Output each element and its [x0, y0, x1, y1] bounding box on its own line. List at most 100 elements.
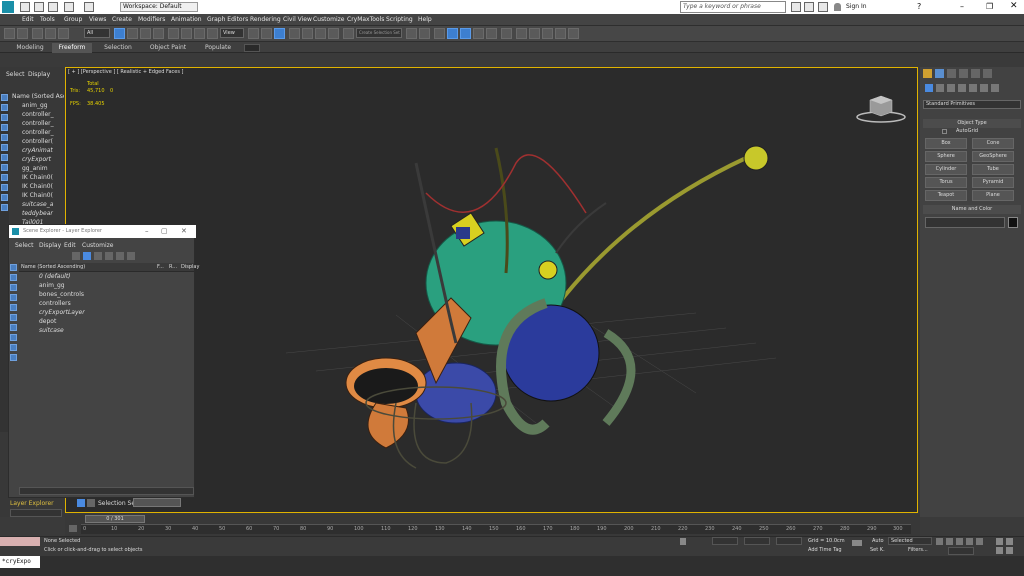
- redo-icon[interactable]: [84, 2, 94, 12]
- select-by-name-icon[interactable]: [127, 28, 138, 39]
- tube-button[interactable]: Tube: [972, 164, 1014, 175]
- explorer-scrollbar[interactable]: [10, 509, 62, 517]
- shapes-category-icon[interactable]: [936, 84, 944, 92]
- track-bar[interactable]: 0 10 20 30 40 50 60 70 80 90 100 110 120…: [81, 524, 911, 534]
- scene-filter-groups-icon[interactable]: [10, 324, 17, 331]
- render-activeshade-icon[interactable]: [568, 28, 579, 39]
- object-name-input[interactable]: [925, 217, 1005, 228]
- ribbon-toggle-icon[interactable]: [460, 28, 471, 39]
- scene-menu-customize[interactable]: Customize: [82, 242, 114, 249]
- list-item[interactable]: teddybear: [22, 210, 53, 217]
- timeline-toggle-icon[interactable]: [69, 525, 77, 532]
- workspace-dropdown[interactable]: Workspace: Default: [120, 2, 198, 12]
- search-icon[interactable]: [72, 252, 80, 260]
- toggle-scene-explorer-icon[interactable]: [434, 28, 445, 39]
- table-row[interactable]: controllers: [19, 299, 196, 308]
- maximize-viewport-icon[interactable]: [1006, 547, 1013, 554]
- menu-help[interactable]: Help: [418, 16, 432, 23]
- spinner-snap-icon[interactable]: [328, 28, 339, 39]
- filter-hidden-icon[interactable]: [1, 204, 8, 211]
- menu-views[interactable]: Views: [89, 16, 106, 23]
- scene-filter-spacewarps-icon[interactable]: [10, 314, 17, 321]
- menu-scripting[interactable]: Scripting: [386, 16, 413, 23]
- material-editor-icon[interactable]: [501, 28, 512, 39]
- list-item[interactable]: gg_anim: [22, 165, 48, 172]
- menu-customize[interactable]: Customize: [313, 16, 345, 23]
- col-name-header[interactable]: Name (Sorted Ascending): [21, 264, 85, 270]
- percent-snap-icon[interactable]: [315, 28, 326, 39]
- cylinder-button[interactable]: Cylinder: [925, 164, 967, 175]
- scene-close-button[interactable]: ✕: [181, 227, 187, 235]
- scene-filter-xrefs-icon[interactable]: [10, 334, 17, 341]
- new-file-icon[interactable]: [20, 2, 30, 12]
- minimize-button[interactable]: –: [960, 2, 964, 11]
- filter-lights-icon[interactable]: [1, 114, 8, 121]
- tab-populate[interactable]: Populate: [198, 43, 238, 53]
- lock-selection-icon[interactable]: [680, 538, 686, 545]
- list-item[interactable]: controller_: [22, 120, 54, 127]
- table-row[interactable]: suitcase: [19, 326, 196, 335]
- edit-named-selection-icon[interactable]: [343, 28, 354, 39]
- render-production-icon[interactable]: [542, 28, 553, 39]
- star-icon[interactable]: [818, 2, 828, 12]
- menu-rendering[interactable]: Rendering: [250, 16, 281, 23]
- maxscript-input[interactable]: *cryExpo: [0, 556, 40, 568]
- undo-icon[interactable]: [64, 2, 74, 12]
- col-render-header[interactable]: R...: [169, 264, 177, 270]
- scene-menu-display[interactable]: Display: [39, 242, 61, 249]
- torus-button[interactable]: Torus: [925, 177, 967, 188]
- pivot-center-icon[interactable]: [248, 28, 259, 39]
- filter-cameras-icon[interactable]: [1, 124, 8, 131]
- ribbon-options-icon[interactable]: [244, 44, 260, 52]
- list-item[interactable]: controller_: [22, 129, 54, 136]
- col-display-header[interactable]: Display: [181, 264, 199, 270]
- lights-category-icon[interactable]: [947, 84, 955, 92]
- select-manipulate-icon[interactable]: [261, 28, 272, 39]
- object-type-header[interactable]: Object Type: [923, 119, 1021, 128]
- auto-key-button[interactable]: Auto: [872, 538, 884, 544]
- menu-modifiers[interactable]: Modifiers: [138, 16, 165, 23]
- add-time-tag-button[interactable]: Add Time Tag: [808, 547, 842, 553]
- add-to-layer-icon[interactable]: [105, 252, 113, 260]
- sphere-button[interactable]: Sphere: [925, 151, 967, 162]
- layer-mode-icon[interactable]: [83, 252, 91, 260]
- scene-geometry[interactable]: [276, 103, 796, 473]
- selection-set-dropdown[interactable]: [133, 498, 181, 507]
- motion-tab-icon[interactable]: [959, 69, 968, 78]
- display-tab-icon[interactable]: [971, 69, 980, 78]
- scene-explorer-titlebar[interactable]: Scene Explorer - Layer Explorer – ▢ ✕: [9, 225, 196, 238]
- object-color-swatch[interactable]: [1008, 217, 1018, 228]
- save-file-icon[interactable]: [48, 2, 58, 12]
- list-item[interactable]: cryExport: [22, 156, 51, 163]
- binoculars-icon[interactable]: [791, 2, 801, 12]
- filter-helpers-icon[interactable]: [1, 134, 8, 141]
- filter-spacewarps-icon[interactable]: [1, 144, 8, 151]
- bind-spacewarp-icon[interactable]: [58, 28, 69, 39]
- list-item[interactable]: IK Chain0(: [22, 192, 53, 199]
- render-setup-icon[interactable]: [516, 28, 527, 39]
- list-item[interactable]: suitcase_a: [22, 201, 53, 208]
- scene-filter-shapes-icon[interactable]: [10, 274, 17, 281]
- rendered-frame-window-icon[interactable]: [529, 28, 540, 39]
- spacewarps-category-icon[interactable]: [980, 84, 988, 92]
- schematic-view-icon[interactable]: [486, 28, 497, 39]
- scene-maximize-button[interactable]: ▢: [161, 227, 168, 235]
- viewport-label[interactable]: [ + ] [Perspective ] [ Realistic + Edged…: [68, 69, 183, 75]
- plane-button[interactable]: Plane: [972, 190, 1014, 201]
- left-tab-display[interactable]: Display: [28, 71, 50, 78]
- search-input[interactable]: Type a keyword or phrase: [680, 1, 786, 13]
- teapot-button[interactable]: Teapot: [925, 190, 967, 201]
- move-icon[interactable]: [168, 28, 179, 39]
- filter-icon[interactable]: [127, 252, 135, 260]
- col-freeze-header[interactable]: F...: [157, 264, 164, 270]
- rotate-icon[interactable]: [181, 28, 192, 39]
- current-frame-field[interactable]: [948, 547, 974, 555]
- autogrid-checkbox[interactable]: [942, 129, 947, 134]
- x-coord-field[interactable]: [712, 537, 738, 545]
- layer-explorer-icon[interactable]: [447, 28, 458, 39]
- filter-containers-icon[interactable]: [1, 184, 8, 191]
- list-item[interactable]: IK Chain0(: [22, 183, 53, 190]
- filter-bones-icon[interactable]: [1, 174, 8, 181]
- window-crossing-icon[interactable]: [153, 28, 164, 39]
- tab-modeling[interactable]: Modeling: [8, 43, 52, 53]
